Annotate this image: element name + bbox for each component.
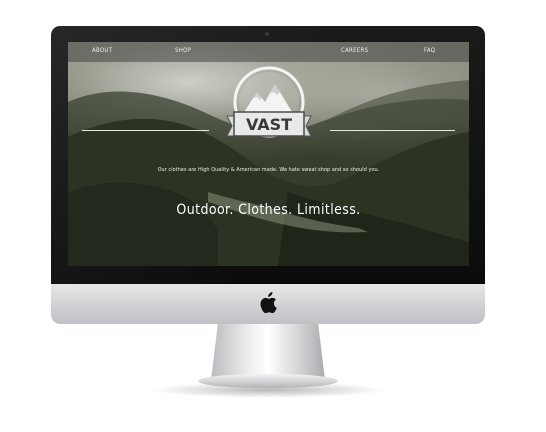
top-nav-bar: ABOUT SHOP CAREERS FAQ bbox=[68, 42, 469, 62]
hero-headline: Outdoor. Clothes. Limitless. bbox=[176, 202, 361, 218]
monitor-stand-neck bbox=[211, 324, 325, 380]
divider-right bbox=[330, 130, 455, 131]
imac-monitor: ABOUT SHOP CAREERS FAQ VAST Our clothes … bbox=[0, 0, 546, 432]
vast-brand-logo[interactable]: VAST bbox=[221, 64, 317, 150]
apple-logo-icon bbox=[260, 292, 277, 313]
brand-name: VAST bbox=[246, 115, 292, 134]
divider-left bbox=[82, 130, 209, 131]
monitor-stand-foot bbox=[199, 374, 337, 388]
hero-tagline: Our clothes are High Quality & American … bbox=[157, 167, 380, 173]
webcam-icon bbox=[265, 32, 269, 36]
nav-faq-link[interactable]: FAQ bbox=[424, 47, 435, 54]
nav-about-link[interactable]: ABOUT bbox=[92, 47, 112, 54]
nav-shop-link[interactable]: SHOP bbox=[175, 47, 191, 54]
nav-careers-link[interactable]: CAREERS bbox=[341, 47, 368, 54]
website-screen: ABOUT SHOP CAREERS FAQ VAST Our clothes … bbox=[68, 42, 469, 266]
